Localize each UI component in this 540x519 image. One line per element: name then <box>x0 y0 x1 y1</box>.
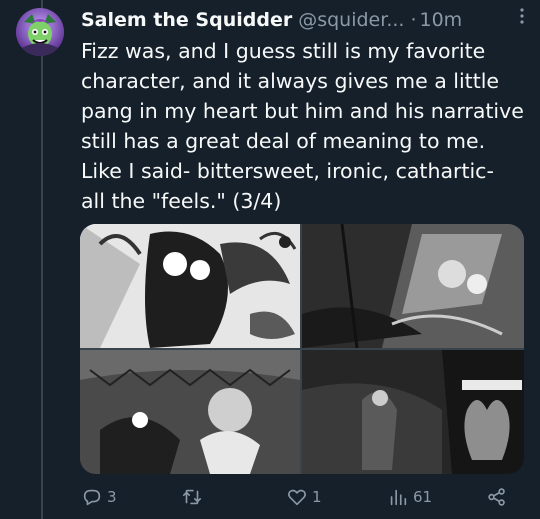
media-image-4[interactable] <box>302 350 524 474</box>
like-count: 1 <box>312 488 322 506</box>
retweet-button[interactable] <box>181 486 207 508</box>
separator-dot: · <box>410 9 417 31</box>
media-grid <box>80 224 524 474</box>
avatar-image <box>16 8 64 56</box>
more-dots-icon[interactable] <box>512 6 532 26</box>
views-button[interactable]: 61 <box>387 486 432 508</box>
views-chart-icon <box>390 489 407 506</box>
tweet-header: Salem the Squidder @squider... · 10m <box>81 6 526 34</box>
share-button[interactable] <box>486 486 508 508</box>
media-image-2[interactable] <box>302 224 524 348</box>
retweet-icon <box>182 489 202 505</box>
timestamp[interactable]: 10m <box>419 9 462 31</box>
reply-button[interactable]: 3 <box>81 486 117 508</box>
display-name[interactable]: Salem the Squidder <box>81 9 292 31</box>
avatar[interactable] <box>16 8 64 56</box>
reply-icon <box>83 489 101 506</box>
tweet-text: Fizz was, and I guess still is my favori… <box>81 39 524 213</box>
media-image-1[interactable] <box>80 224 300 348</box>
like-button[interactable]: 1 <box>286 486 322 508</box>
action-bar: 3 1 61 <box>81 480 521 516</box>
share-icon <box>488 488 505 506</box>
user-handle[interactable]: @squider... <box>298 9 404 31</box>
view-count: 61 <box>413 488 433 506</box>
media-image-3[interactable] <box>80 350 300 474</box>
heart-icon <box>288 489 306 506</box>
reply-count: 3 <box>107 488 117 506</box>
thread-line <box>41 0 43 519</box>
